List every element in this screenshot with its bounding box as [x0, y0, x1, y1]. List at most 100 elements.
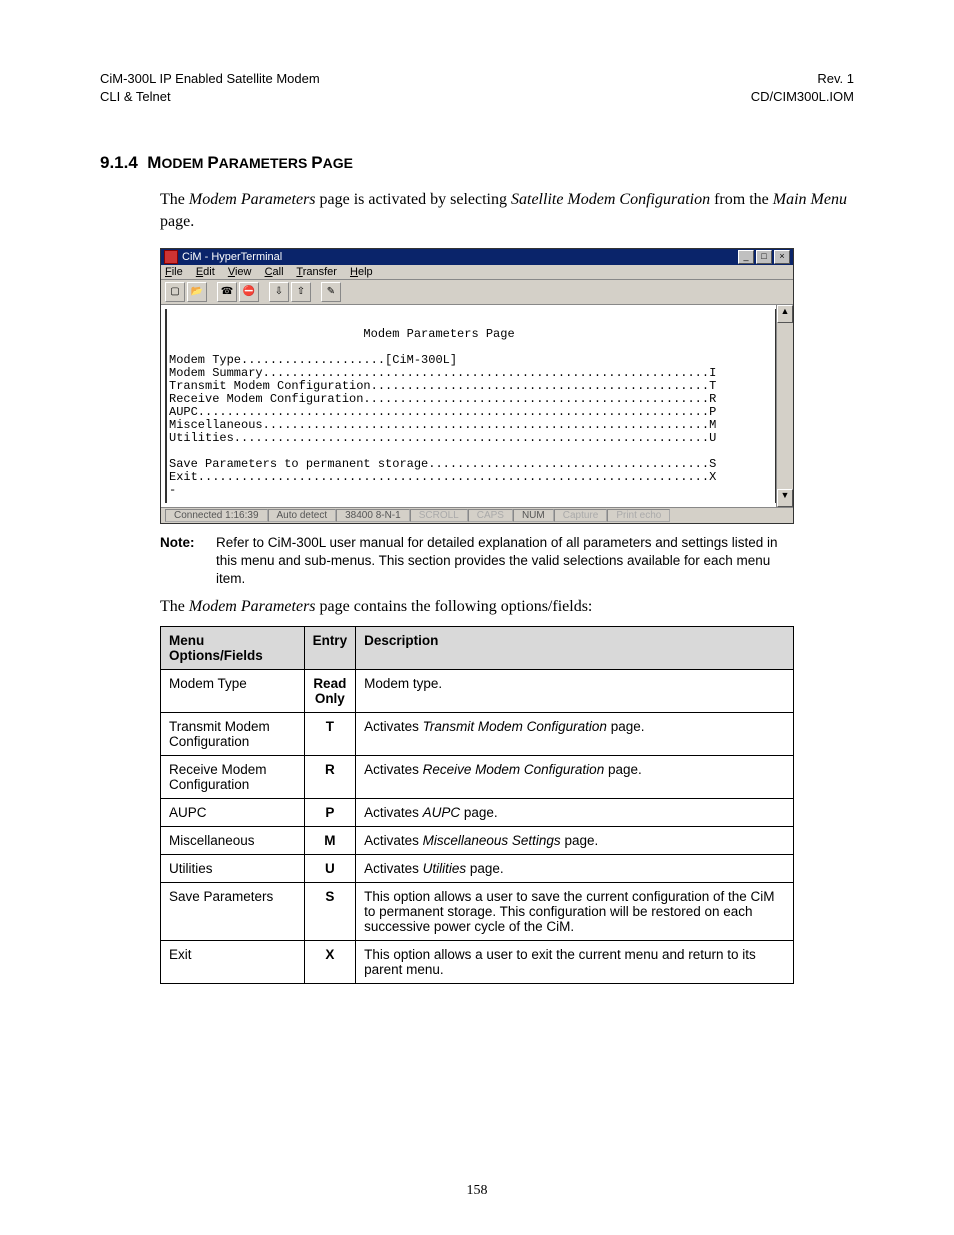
bl1: The: [160, 598, 189, 615]
cell-entry: U: [304, 855, 356, 883]
status-detect: Auto detect: [268, 509, 337, 522]
cell-desc: Activates Transmit Modem Configuration p…: [356, 713, 794, 756]
toolbar-open-icon[interactable]: 📂: [187, 282, 207, 302]
cell-desc: Modem type.: [356, 670, 794, 713]
toolbar: ▢ 📂 ☎ ⛔ ⇩ ⇧ ✎: [161, 280, 793, 305]
toolbar-sep2: [261, 282, 267, 302]
window-buttons: _ □ ×: [738, 250, 790, 264]
ip1: The: [160, 191, 189, 208]
cell-entry: R: [304, 756, 356, 799]
maximize-button[interactable]: □: [756, 250, 772, 264]
header-right: Rev. 1 CD/CIM300L.IOM: [751, 70, 854, 105]
scroll-track[interactable]: [777, 323, 793, 488]
cell-desc: This option allows a user to save the cu…: [356, 883, 794, 941]
menu-help[interactable]: Help: [350, 266, 373, 278]
intro-paragraph: The Modem Parameters page is activated b…: [160, 189, 854, 232]
table-row: ExitXThis option allows a user to exit t…: [161, 941, 794, 984]
document-page: CiM-300L IP Enabled Satellite Modem CLI …: [0, 0, 954, 1235]
desc-ital: Miscellaneous Settings: [423, 833, 561, 848]
toolbar-disconnect-icon[interactable]: ⛔: [239, 282, 259, 302]
th-entry: Entry: [304, 627, 356, 670]
menu-edit[interactable]: Edit: [196, 266, 215, 278]
terminal-content: Modem Parameters Page Modem Type........…: [165, 309, 776, 502]
cell-desc: Activates AUPC page.: [356, 799, 794, 827]
ip6: Main Menu: [773, 191, 847, 208]
desc-pre: This option allows a user to save the cu…: [364, 889, 774, 934]
toolbar-sep: [209, 282, 215, 302]
toolbar-sep3: [313, 282, 319, 302]
cell-entry: M: [304, 827, 356, 855]
app-icon: [164, 250, 178, 264]
table-header-row: Menu Options/Fields Entry Description: [161, 627, 794, 670]
desc-post: page.: [460, 805, 498, 820]
note-text: Refer to CiM-300L user manual for detail…: [216, 534, 794, 589]
cell-entry: S: [304, 883, 356, 941]
status-connected: Connected 1:16:39: [165, 509, 268, 522]
t2: ODEM: [161, 155, 207, 171]
cell-field: Save Parameters: [161, 883, 305, 941]
status-printecho: Print echo: [607, 509, 670, 522]
desc-post: page.: [561, 833, 599, 848]
table-row: Save ParametersSThis option allows a use…: [161, 883, 794, 941]
menu-view[interactable]: View: [228, 266, 252, 278]
minimize-button[interactable]: _: [738, 250, 754, 264]
desc-pre: Activates: [364, 833, 423, 848]
page-header: CiM-300L IP Enabled Satellite Modem CLI …: [100, 70, 854, 105]
menu-call[interactable]: Call: [265, 266, 284, 278]
ip7: page.: [160, 213, 194, 230]
desc-pre: Activates: [364, 762, 423, 777]
t1: M: [147, 153, 161, 172]
toolbar-new-icon[interactable]: ▢: [165, 282, 185, 302]
cell-desc: Activates Receive Modem Configuration pa…: [356, 756, 794, 799]
table-row: AUPCPActivates AUPC page.: [161, 799, 794, 827]
cell-entry: T: [304, 713, 356, 756]
table-row: Transmit Modem ConfigurationTActivates T…: [161, 713, 794, 756]
bl3: page contains the following options/fiel…: [316, 598, 593, 615]
header-left-l1: CiM-300L IP Enabled Satellite Modem: [100, 71, 320, 86]
toolbar-connect-icon[interactable]: ☎: [217, 282, 237, 302]
header-right-l1: Rev. 1: [817, 71, 854, 86]
close-button[interactable]: ×: [774, 250, 790, 264]
statusbar: Connected 1:16:39 Auto detect 38400 8-N-…: [161, 507, 793, 523]
hyperterminal-window: CiM - HyperTerminal _ □ × File Edit View…: [160, 248, 794, 523]
cell-field: Miscellaneous: [161, 827, 305, 855]
cell-field: Utilities: [161, 855, 305, 883]
ip2: Modem Parameters: [189, 191, 316, 208]
cell-entry: P: [304, 799, 356, 827]
scroll-down-icon[interactable]: ▼: [777, 489, 793, 507]
menu-transfer[interactable]: Transfer: [296, 266, 337, 278]
desc-pre: Activates: [364, 719, 423, 734]
desc-pre: Activates: [364, 861, 423, 876]
menu-file[interactable]: File: [165, 266, 183, 278]
window-titlebar: CiM - HyperTerminal _ □ ×: [161, 249, 793, 265]
menubar: File Edit View Call Transfer Help: [161, 265, 793, 280]
table-row: UtilitiesUActivates Utilities page.: [161, 855, 794, 883]
desc-ital: Receive Modem Configuration: [423, 762, 605, 777]
toolbar-receive-icon[interactable]: ⇧: [291, 282, 311, 302]
toolbar-properties-icon[interactable]: ✎: [321, 282, 341, 302]
note-block: Note: Refer to CiM-300L user manual for …: [160, 534, 794, 589]
table-row: Receive Modem Configuration RActivates Re…: [161, 756, 794, 799]
t3: P: [207, 153, 218, 172]
cell-field: AUPC: [161, 799, 305, 827]
section-heading: 9.1.4 MODEM PARAMETERS PAGE: [100, 153, 854, 173]
desc-ital: Utilities: [423, 861, 467, 876]
desc-pre: Activates: [364, 805, 423, 820]
toolbar-send-icon[interactable]: ⇩: [269, 282, 289, 302]
titlebar-left: CiM - HyperTerminal: [164, 250, 282, 264]
cell-field: Transmit Modem Configuration: [161, 713, 305, 756]
t4: ARAMETERS: [219, 155, 312, 171]
th-field: Menu Options/Fields: [161, 627, 305, 670]
cell-entry: Read Only: [304, 670, 356, 713]
desc-pre: Modem type.: [364, 676, 442, 691]
desc-ital: AUPC: [423, 805, 461, 820]
scrollbar[interactable]: ▲ ▼: [776, 305, 793, 506]
ip3: page is activated by selecting: [316, 191, 511, 208]
scroll-up-icon[interactable]: ▲: [777, 305, 793, 323]
table-row: Modem TypeRead OnlyModem type.: [161, 670, 794, 713]
section-number: 9.1.4: [100, 153, 138, 172]
terminal-client-area: Modem Parameters Page Modem Type........…: [161, 305, 793, 506]
th-desc: Description: [356, 627, 794, 670]
cell-desc: Activates Miscellaneous Settings page.: [356, 827, 794, 855]
desc-post: page.: [466, 861, 504, 876]
